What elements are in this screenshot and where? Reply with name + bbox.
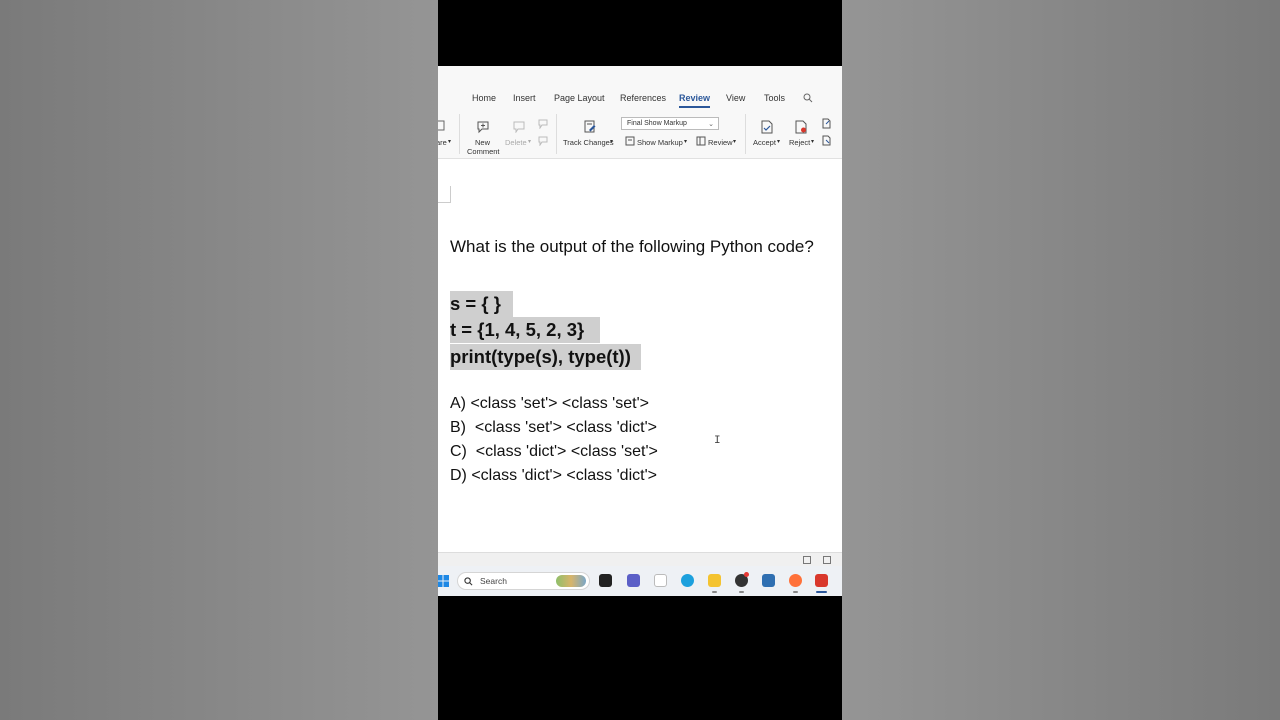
code-line: s = { } xyxy=(450,291,513,317)
accept-change-icon[interactable] xyxy=(760,120,774,134)
task-view-icon[interactable] xyxy=(599,574,612,587)
accept-button[interactable]: Accept xyxy=(753,138,776,147)
ribbon-separator xyxy=(459,114,460,154)
delete-comment-icon[interactable] xyxy=(513,121,525,133)
show-markup-icon[interactable] xyxy=(625,136,635,146)
file-explorer-icon[interactable] xyxy=(708,574,721,587)
show-markup-button[interactable]: Show Markup xyxy=(637,138,683,147)
tab-page-layout[interactable]: Page Layout xyxy=(554,93,605,103)
search-icon[interactable] xyxy=(803,93,813,103)
new-comment-label-1[interactable]: New xyxy=(475,138,490,147)
running-indicator xyxy=(739,591,744,593)
markup-mode-value: Final Show Markup xyxy=(627,120,687,127)
code-line: t = {1, 4, 5, 2, 3} xyxy=(450,317,601,343)
ribbon-separator xyxy=(745,114,746,154)
wps-office-icon[interactable] xyxy=(815,574,828,587)
tab-home[interactable]: Home xyxy=(472,93,496,103)
previous-change-icon[interactable] xyxy=(821,118,832,129)
review-pane-button[interactable]: Review xyxy=(708,138,733,147)
text-cursor-icon: I xyxy=(714,435,721,447)
tab-review[interactable]: Review xyxy=(679,93,711,108)
track-changes-button[interactable]: Track Changes xyxy=(563,138,614,147)
reject-dropdown-arrow[interactable]: ▾ xyxy=(811,138,814,145)
tab-references[interactable]: References xyxy=(620,93,666,103)
track-changes-dropdown-arrow[interactable]: ▾ xyxy=(610,138,613,145)
active-indicator xyxy=(816,591,827,593)
notepad-icon[interactable] xyxy=(654,574,667,587)
running-indicator xyxy=(793,591,798,593)
screen-recording-frame: Home Insert Page Layout References Revie… xyxy=(438,0,842,720)
new-comment-label-2[interactable]: Comment xyxy=(467,147,500,156)
new-comment-icon[interactable] xyxy=(476,120,490,134)
page-margin-marker xyxy=(438,186,451,203)
answer-option-d: D) <class 'dict'> <class 'dict'> xyxy=(450,467,657,484)
notification-dot xyxy=(744,572,749,577)
search-highlight-icon xyxy=(556,575,586,587)
taskbar-search-box[interactable]: Search xyxy=(457,572,590,590)
review-pane-dropdown-arrow[interactable]: ▾ xyxy=(733,138,736,145)
fit-page-icon[interactable] xyxy=(823,556,831,564)
share-button-fragment[interactable]: are xyxy=(438,138,447,147)
view-mode-icon[interactable] xyxy=(803,556,811,564)
windows-start-icon[interactable] xyxy=(438,575,449,587)
search-icon xyxy=(464,577,473,586)
answer-option-b: B) <class 'set'> <class 'dict'> xyxy=(450,419,657,436)
next-comment-icon[interactable] xyxy=(538,136,548,146)
markup-mode-select[interactable]: Final Show Markup ⌄ xyxy=(621,117,719,130)
firefox-icon[interactable] xyxy=(789,574,802,587)
review-pane-icon[interactable] xyxy=(696,136,706,146)
taskbar-search-label: Search xyxy=(480,576,507,586)
next-change-icon[interactable] xyxy=(821,135,832,146)
code-line: print(type(s), type(t)) xyxy=(450,344,641,370)
delete-button[interactable]: Delete xyxy=(505,138,527,147)
answer-option-c: C) <class 'dict'> <class 'set'> xyxy=(450,443,658,460)
edge-icon[interactable] xyxy=(681,574,694,587)
running-indicator xyxy=(712,591,717,593)
previous-comment-icon[interactable] xyxy=(538,119,548,129)
document-page[interactable]: What is the output of the following Pyth… xyxy=(438,159,842,552)
ribbon-separator xyxy=(556,114,557,154)
delete-dropdown-arrow[interactable]: ▾ xyxy=(528,138,531,145)
track-changes-icon[interactable] xyxy=(583,120,597,134)
tab-insert[interactable]: Insert xyxy=(513,93,536,103)
word-processor-window: Home Insert Page Layout References Revie… xyxy=(438,66,842,596)
answer-option-a: A) <class 'set'> <class 'set'> xyxy=(450,395,649,412)
windows-taskbar: Search xyxy=(438,566,842,596)
reject-change-icon[interactable] xyxy=(794,120,808,134)
app-icon[interactable] xyxy=(762,574,775,587)
share-icon[interactable] xyxy=(438,120,446,132)
teams-icon[interactable] xyxy=(627,574,640,587)
blurred-background-right xyxy=(842,0,1280,720)
show-markup-dropdown-arrow[interactable]: ▾ xyxy=(684,138,687,145)
reject-button[interactable]: Reject xyxy=(789,138,810,147)
share-dropdown-arrow[interactable]: ▾ xyxy=(448,138,451,145)
tab-view[interactable]: View xyxy=(726,93,745,103)
status-bar xyxy=(438,552,842,567)
tab-tools[interactable]: Tools xyxy=(764,93,785,103)
question-text: What is the output of the following Pyth… xyxy=(450,237,814,256)
chevron-down-icon: ⌄ xyxy=(708,121,714,128)
accept-dropdown-arrow[interactable]: ▾ xyxy=(777,138,780,145)
ribbon-tab-bar: Home Insert Page Layout References Revie… xyxy=(438,66,842,110)
blurred-background-left xyxy=(0,0,438,720)
